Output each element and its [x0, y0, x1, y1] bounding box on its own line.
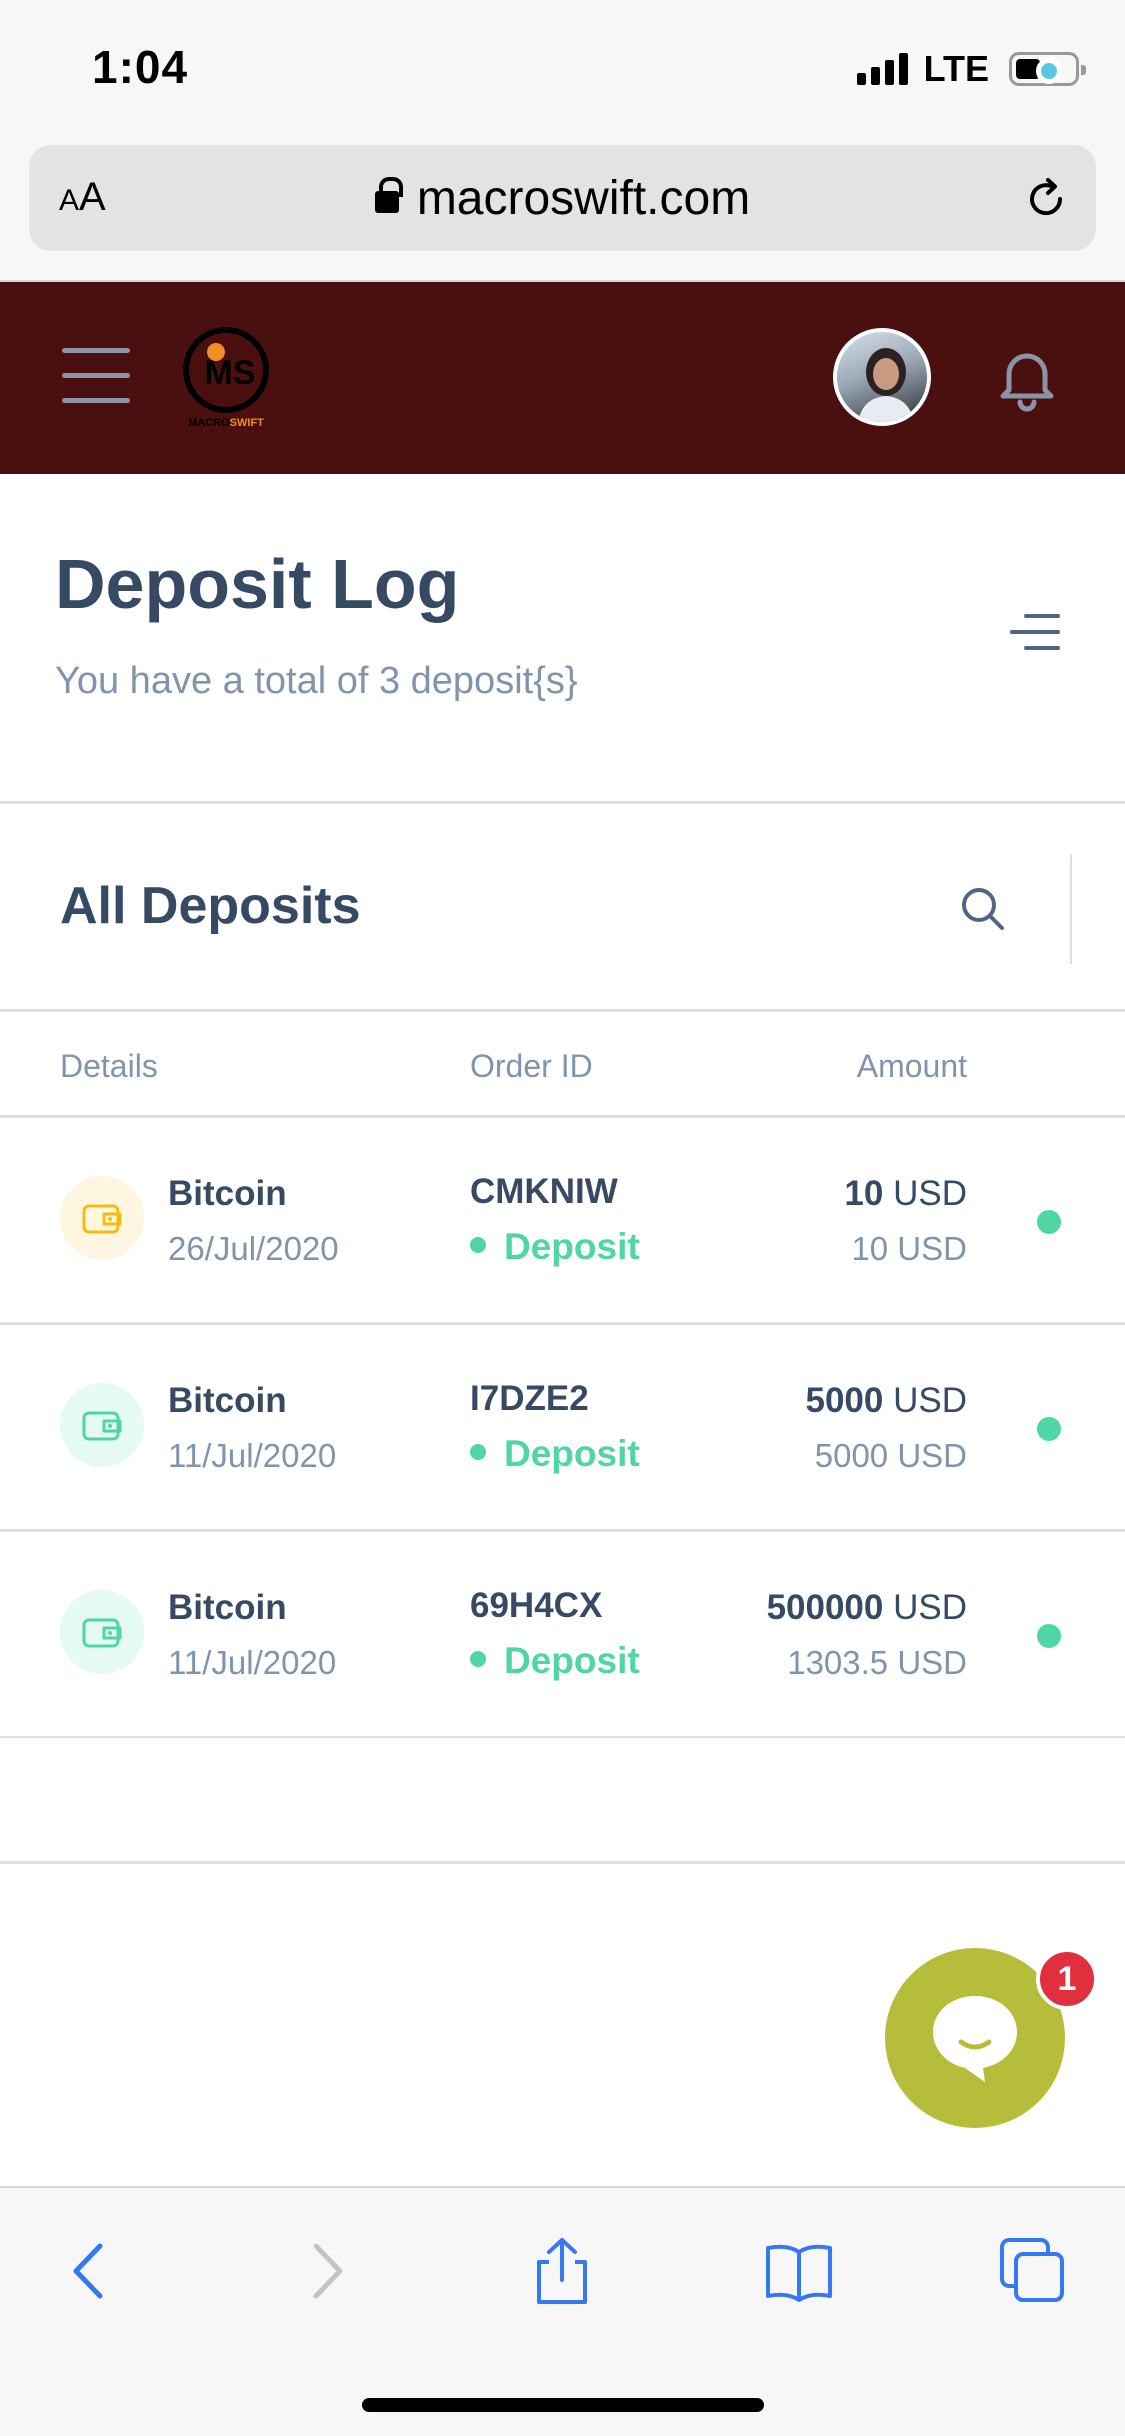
- column-header-details: Details: [60, 1048, 158, 1084]
- table-header: Details Order ID Amount: [0, 1012, 1125, 1118]
- order-id: CMKNIW: [470, 1172, 618, 1211]
- status-time: 1:04: [92, 41, 189, 93]
- deposit-date: 11/Jul/2020: [168, 1644, 337, 1681]
- url-display[interactable]: macroswift.com: [29, 171, 1096, 226]
- app-header: MS MACROSWIFT: [0, 58, 1125, 474]
- bell-icon[interactable]: [995, 340, 1059, 412]
- page-subtitle: You have a total of 3 deposit{s}: [55, 660, 578, 702]
- share-icon[interactable]: [527, 2236, 597, 2306]
- address-bar[interactable]: AA macroswift.com: [29, 145, 1096, 251]
- status-bar: 1:04 LTE: [0, 0, 1125, 135]
- deposit-date: 11/Jul/2020: [168, 1437, 337, 1474]
- browser-address-area: AA macroswift.com: [0, 135, 1125, 282]
- reload-icon[interactable]: [1022, 175, 1070, 223]
- user-avatar[interactable]: [833, 328, 931, 426]
- status-dot: [1037, 1417, 1061, 1441]
- home-indicator: [362, 2398, 764, 2412]
- page-head: Deposit Log You have a total of 3 deposi…: [0, 474, 1125, 804]
- network-label: LTE: [923, 48, 989, 89]
- coin-name: Bitcoin: [168, 1381, 287, 1420]
- svg-text:MS: MS: [205, 354, 256, 392]
- svg-text:MACROSWIFT: MACROSWIFT: [188, 417, 264, 429]
- amount-converted: 5000 USD: [814, 1437, 967, 1474]
- chat-unread-badge: 1: [1036, 1948, 1098, 2010]
- table-row[interactable]: Bitcoin 26/Jul/2020 CMKNIW Deposit 10 US…: [0, 1118, 1125, 1325]
- chat-bubble-icon: [933, 1996, 1017, 2082]
- coin-name: Bitcoin: [168, 1588, 287, 1627]
- order-id: 69H4CX: [470, 1586, 603, 1625]
- coin-name: Bitcoin: [168, 1174, 287, 1213]
- wallet-icon: [60, 1383, 144, 1467]
- wallet-icon: [60, 1590, 144, 1674]
- search-icon[interactable]: [958, 884, 1008, 934]
- card-header: All Deposits: [0, 804, 1125, 1012]
- amount-converted: 1303.5 USD: [787, 1644, 967, 1681]
- tabs-icon[interactable]: [998, 2236, 1068, 2306]
- transaction-type: Deposit: [470, 1433, 640, 1475]
- macroswift-logo[interactable]: MS MACROSWIFT: [178, 322, 274, 432]
- table-row[interactable]: Bitcoin 11/Jul/2020 69H4CX Deposit 50000…: [0, 1532, 1125, 1739]
- notification-dot: [1036, 58, 1062, 84]
- amount: 10 USD: [844, 1174, 967, 1213]
- status-dot: [1037, 1624, 1061, 1648]
- lock-icon: [374, 177, 403, 217]
- forward-icon[interactable]: [290, 2236, 360, 2306]
- amount: 5000 USD: [805, 1381, 967, 1420]
- wallet-icon: [60, 1176, 144, 1260]
- column-header-amount: Amount: [856, 1048, 967, 1084]
- browser-toolbar: [0, 2186, 1125, 2436]
- hamburger-menu-icon[interactable]: [62, 348, 130, 404]
- amount-converted: 10 USD: [851, 1230, 967, 1267]
- transaction-type: Deposit: [470, 1640, 640, 1682]
- column-header-order-id: Order ID: [470, 1048, 593, 1084]
- table-row[interactable]: Bitcoin 11/Jul/2020 I7DZE2 Deposit 5000 …: [0, 1325, 1125, 1532]
- card-title: All Deposits: [60, 877, 361, 935]
- header-divider: [1070, 854, 1072, 964]
- page-title: Deposit Log: [55, 545, 460, 623]
- order-id: I7DZE2: [470, 1379, 589, 1418]
- options-menu-icon[interactable]: [1010, 614, 1060, 654]
- transaction-type: Deposit: [470, 1226, 640, 1268]
- amount: 500000 USD: [766, 1588, 967, 1627]
- table-footer: [0, 1736, 1125, 1864]
- status-dot: [1037, 1210, 1061, 1234]
- deposit-date: 26/Jul/2020: [168, 1230, 339, 1267]
- back-icon[interactable]: [56, 2236, 126, 2306]
- bookmarks-icon[interactable]: [764, 2236, 834, 2306]
- signal-icon: [856, 53, 908, 85]
- url-text: macroswift.com: [416, 172, 751, 225]
